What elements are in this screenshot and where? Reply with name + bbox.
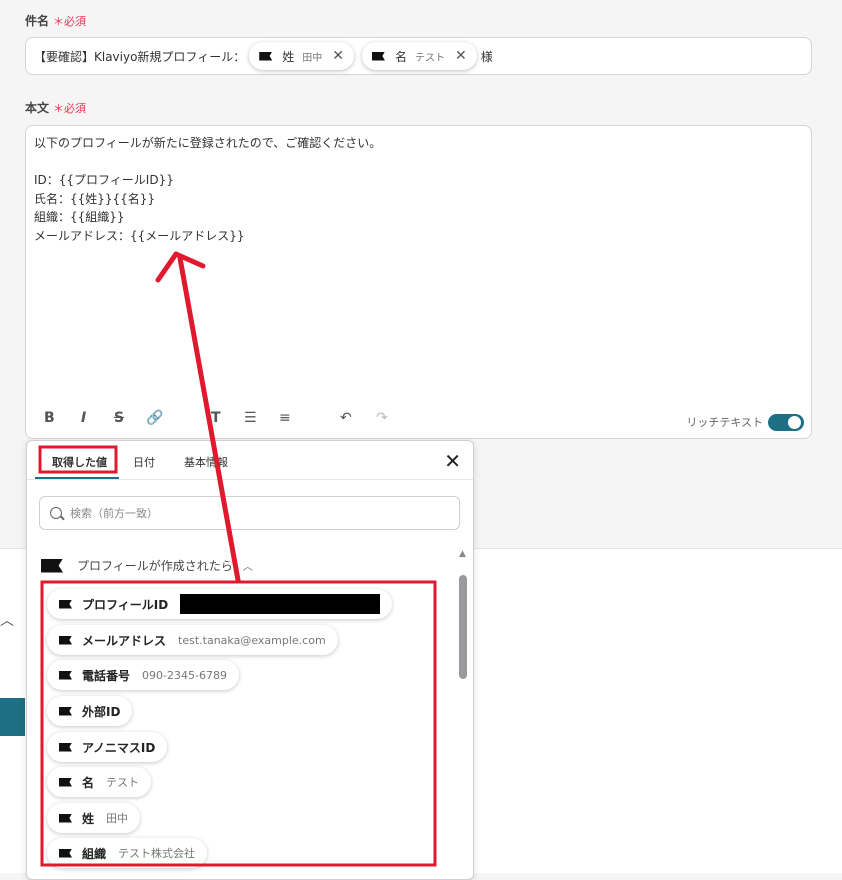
subject-label: 件名 ＊必須	[25, 12, 86, 29]
chevron-up-icon[interactable]: ︿	[243, 558, 253, 573]
list-item[interactable]: 名 テスト	[47, 767, 152, 797]
chip-label: 姓	[282, 49, 295, 64]
flag-icon	[59, 635, 72, 645]
item-label: プロフィールID	[82, 597, 169, 612]
list-item[interactable]: 電話番号 090-2345-6789	[47, 660, 239, 690]
scrollbar[interactable]	[459, 575, 467, 679]
item-value: 田中	[106, 812, 129, 825]
redo-icon[interactable]: ↷	[376, 410, 388, 426]
tabs-divider	[27, 479, 473, 480]
flag-icon	[259, 51, 273, 61]
list-item[interactable]: アノニマスID	[47, 732, 168, 762]
item-label: メールアドレス	[82, 633, 167, 648]
flag-icon	[59, 706, 72, 716]
item-value: test.tanaka@example.com	[178, 633, 326, 647]
item-label: 名	[82, 775, 95, 790]
required-mark: ＊必須	[53, 15, 87, 28]
close-icon[interactable]: ✕	[444, 449, 461, 473]
group-title: プロフィールが作成されたら	[77, 559, 233, 573]
list-item[interactable]: 姓 田中	[47, 803, 141, 833]
item-label: 外部ID	[82, 704, 121, 719]
numbered-list-icon[interactable]: ≡	[279, 410, 291, 426]
item-label: 電話番号	[82, 668, 131, 683]
variable-picker-popup: 取得した値 日付 基本情報 ✕ 検索（前方一致） プロフィールが作成されたら ︿…	[26, 440, 474, 880]
flag-icon	[41, 558, 63, 573]
tab-date[interactable]: 日付	[133, 454, 155, 470]
subject-suffix-text: 様	[480, 49, 493, 64]
subject-label-text: 件名	[25, 14, 50, 28]
strikethrough-icon[interactable]: S	[114, 410, 124, 426]
item-label: 姓	[82, 811, 95, 826]
flag-icon	[59, 599, 72, 609]
item-value: テスト	[106, 776, 140, 789]
primary-button-edge[interactable]	[0, 698, 25, 736]
rich-text-toggle[interactable]	[768, 414, 804, 431]
list-item[interactable]: メールアドレス test.tanaka@example.com	[47, 625, 338, 655]
chevron-up-icon[interactable]: ︿	[0, 610, 14, 630]
search-placeholder: 検索（前方一致）	[70, 507, 158, 520]
close-icon[interactable]: ✕	[455, 48, 467, 64]
item-label: 組織	[82, 846, 107, 861]
heading-icon[interactable]: T	[211, 410, 221, 426]
scroll-up-arrow[interactable]: ▲	[459, 549, 466, 559]
tab-acquired-values[interactable]: 取得した値	[52, 454, 107, 470]
item-label: アノニマスID	[82, 740, 156, 755]
flag-icon	[59, 813, 72, 823]
item-value: テスト株式会社	[118, 847, 196, 860]
search-input[interactable]: 検索（前方一致）	[39, 496, 460, 530]
subject-chip-first-name[interactable]: 名 テスト ✕	[361, 42, 477, 70]
required-mark: ＊必須	[53, 102, 87, 115]
close-icon[interactable]: ✕	[332, 48, 344, 64]
flag-icon	[59, 670, 72, 680]
body-label: 本文 ＊必須	[25, 99, 86, 116]
flag-icon	[59, 777, 72, 787]
list-item[interactable]: プロフィールID	[47, 589, 393, 619]
bullet-list-icon[interactable]: ☰	[244, 410, 257, 426]
chip-value: 田中	[302, 52, 323, 64]
group-header[interactable]: プロフィールが作成されたら ︿	[41, 557, 253, 574]
link-icon[interactable]: 🔗	[146, 410, 163, 426]
rich-text-label: リッチテキスト	[686, 416, 763, 429]
list-item[interactable]: 組織 テスト株式会社	[47, 838, 208, 868]
redacted-value	[180, 594, 381, 614]
list-item[interactable]: 外部ID	[47, 696, 133, 726]
body-text[interactable]: 以下のプロフィールが新たに登録されたので、ご確認ください。 ID：{{プロフィー…	[34, 134, 381, 245]
subject-chip-last-name[interactable]: 姓 田中 ✕	[249, 42, 354, 70]
editor-toolbar: B I S 🔗 T ☰ ≡ ↶ ↷ リッチテキスト	[26, 402, 811, 436]
bold-icon[interactable]: B	[44, 410, 55, 426]
flag-icon	[59, 742, 72, 752]
body-editor[interactable]: 以下のプロフィールが新たに登録されたので、ご確認ください。 ID：{{プロフィー…	[25, 125, 812, 439]
tab-basic-info[interactable]: 基本情報	[184, 454, 228, 470]
flag-icon	[371, 51, 385, 61]
italic-icon[interactable]: I	[81, 410, 86, 426]
chip-label: 名	[394, 49, 407, 64]
body-label-text: 本文	[25, 101, 50, 115]
search-icon	[50, 507, 62, 519]
chip-value: テスト	[414, 52, 445, 64]
flag-icon	[59, 848, 72, 858]
subject-prefix-text: 【要確認】Klaviyo新規プロフィール：	[34, 49, 246, 64]
undo-icon[interactable]: ↶	[340, 410, 352, 426]
subject-field[interactable]: 【要確認】Klaviyo新規プロフィール： 姓 田中 ✕ 名 テスト ✕ 様	[25, 37, 812, 75]
item-value: 090-2345-6789	[142, 668, 227, 682]
